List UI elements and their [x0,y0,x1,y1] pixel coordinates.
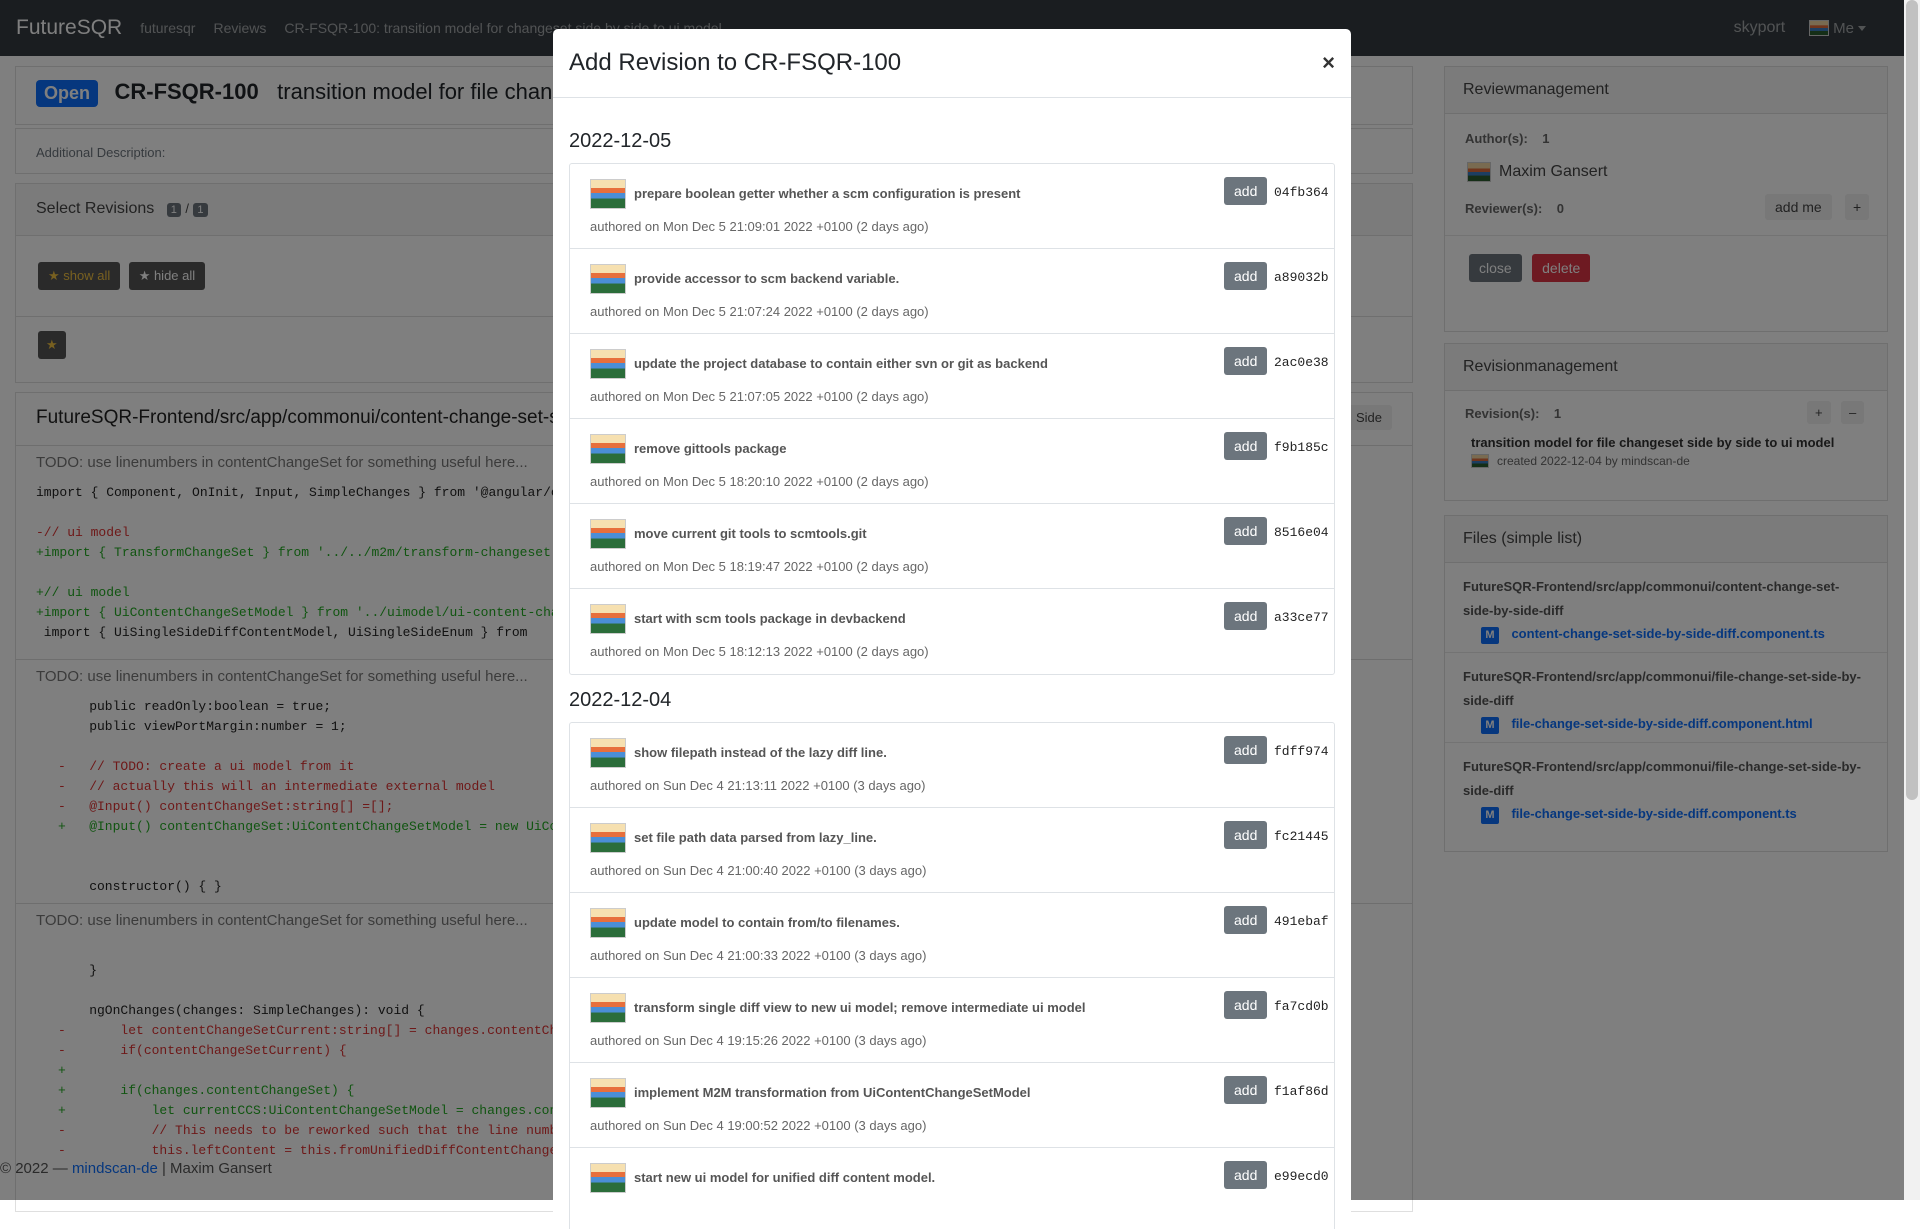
close-icon[interactable]: × [1322,50,1335,76]
author-avatar [590,993,626,1023]
revision-authored-meta: authored on Sun Dec 4 21:00:33 2022 +010… [590,948,927,963]
revision-hash: fc21445 [1274,829,1329,844]
revision-hash: fa7cd0b [1274,999,1329,1014]
modal-body: 2022-12-05 prepare boolean getter whether… [553,98,1351,1229]
add-revision-button[interactable]: add [1224,906,1268,934]
revision-authored-meta: authored on Mon Dec 5 18:19:47 2022 +010… [590,559,929,574]
revision-authored-meta: authored on Sun Dec 4 21:00:40 2022 +010… [590,863,927,878]
page-scrollbar[interactable] [1904,0,1920,1200]
revision-hash: 2ac0e38 [1274,355,1329,370]
revision-item: remove gittools package authored on Mon D… [570,419,1334,504]
add-revision-button[interactable]: add [1224,736,1268,764]
add-revision-button[interactable]: add [1224,602,1268,630]
revision-hash: a89032b [1274,270,1329,285]
revision-item: start with scm tools package in devbacke… [570,589,1334,674]
revision-message: transform single diff view to new ui mod… [634,1000,1086,1015]
author-avatar [590,519,626,549]
revision-hash: a33ce77 [1274,610,1329,625]
add-revision-button[interactable]: add [1224,347,1268,375]
revision-authored-meta: authored on Sun Dec 4 19:15:26 2022 +010… [590,1033,927,1048]
revision-message: provide accessor to scm backend variable… [634,271,900,286]
add-revision-button[interactable]: add [1224,991,1268,1019]
revision-item: implement M2M transformation from UiCont… [570,1063,1334,1148]
author-avatar [590,738,626,768]
revision-item: update the project database to contain e… [570,334,1334,419]
revision-hash: f1af86d [1274,1084,1329,1099]
author-avatar [590,1078,626,1108]
revision-message: start with scm tools package in devbacke… [634,611,906,626]
revision-message: update the project database to contain e… [634,356,1048,371]
revision-authored-meta: authored on Mon Dec 5 21:07:05 2022 +010… [590,389,929,404]
add-revision-button[interactable]: add [1224,177,1268,205]
revision-hash: fdff974 [1274,744,1329,759]
revision-message: set file path data parsed from lazy_line… [634,830,877,845]
author-avatar [590,264,626,294]
revision-message: update model to contain from/to filename… [634,915,900,930]
revision-hash: 04fb364 [1274,185,1329,200]
revision-message: prepare boolean getter whether a scm con… [634,186,1021,201]
author-avatar [590,179,626,209]
add-revision-button[interactable]: add [1224,1161,1268,1189]
revision-message: start new ui model for unified diff cont… [634,1170,936,1185]
revision-list: show filepath instead of the lazy diff l… [569,722,1335,1229]
revision-message: move current git tools to scmtools.git [634,526,867,541]
revision-item: update model to contain from/to filename… [570,893,1334,978]
revision-message: implement M2M transformation from UiCont… [634,1085,1031,1100]
revision-item: start new ui model for unified diff cont… [570,1148,1334,1229]
revision-message: show filepath instead of the lazy diff l… [634,745,887,760]
modal-header: Add Revision to CR-FSQR-100 × [553,29,1351,98]
revision-authored-meta: authored on Mon Dec 5 18:12:13 2022 +010… [590,644,929,659]
revision-message: remove gittools package [634,441,787,456]
revision-item: provide accessor to scm backend variable… [570,249,1334,334]
revision-hash: f9b185c [1274,440,1329,455]
modal-title: Add Revision to CR-FSQR-100 [569,49,902,76]
revision-hash: 8516e04 [1274,525,1329,540]
revision-hash: 491ebaf [1274,914,1329,929]
add-revision-dialog: Add Revision to CR-FSQR-100 × 2022-12-05… [553,29,1351,1229]
revision-authored-meta: authored on Sun Dec 4 21:13:11 2022 +010… [590,778,926,793]
author-avatar [590,1163,626,1193]
revision-item: move current git tools to scmtools.git au… [570,504,1334,589]
author-avatar [590,349,626,379]
add-revision-button[interactable]: add [1224,517,1268,545]
revision-authored-meta: authored on Mon Dec 5 18:20:10 2022 +010… [590,474,929,489]
revision-authored-meta: authored on Sun Dec 4 19:00:52 2022 +010… [590,1118,927,1133]
add-revision-button[interactable]: add [1224,262,1268,290]
date-group-heading: 2022-12-04 [569,689,672,711]
add-revision-button[interactable]: add [1224,1076,1268,1104]
author-avatar [590,908,626,938]
revision-item: set file path data parsed from lazy_line… [570,808,1334,893]
date-group-heading: 2022-12-05 [569,130,672,152]
scrollbar-thumb[interactable] [1906,0,1918,800]
revision-hash: e99ecd0 [1274,1169,1329,1184]
revision-item: show filepath instead of the lazy diff l… [570,723,1334,808]
author-avatar [590,604,626,634]
revision-item: transform single diff view to new ui mod… [570,978,1334,1063]
revision-item: prepare boolean getter whether a scm con… [570,164,1334,249]
author-avatar [590,434,626,464]
add-revision-button[interactable]: add [1224,821,1268,849]
add-revision-button[interactable]: add [1224,432,1268,460]
author-avatar [590,823,626,853]
revision-authored-meta: authored on Mon Dec 5 21:07:24 2022 +010… [590,304,929,319]
revision-authored-meta: authored on Mon Dec 5 21:09:01 2022 +010… [590,219,929,234]
revision-list: prepare boolean getter whether a scm con… [569,163,1335,675]
